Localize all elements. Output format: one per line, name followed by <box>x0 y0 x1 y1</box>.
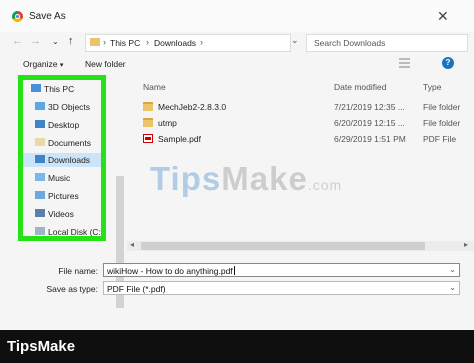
pdf-icon <box>143 134 153 143</box>
scroll-right-icon[interactable]: ▸ <box>464 240 468 249</box>
file-type: PDF File <box>423 134 457 144</box>
command-toolbar: Organize ▾ New folder ? <box>0 54 474 76</box>
folder-icon <box>90 38 100 46</box>
chrome-icon <box>12 11 23 22</box>
close-icon[interactable]: ✕ <box>437 8 449 25</box>
folder-icon <box>143 102 153 111</box>
file-date: 7/21/2019 12:35 ... <box>334 102 405 112</box>
file-name-field[interactable]: wikiHow - How to do anything.pdf ⌄ <box>103 263 460 277</box>
chevron-down-icon: ▾ <box>59 62 64 69</box>
column-header-date[interactable]: Date modified <box>334 82 386 92</box>
search-placeholder: Search Downloads <box>314 38 386 48</box>
watermark-make: Make <box>221 160 308 197</box>
file-date: 6/29/2019 1:51 PM <box>334 134 406 144</box>
window-title: Save As <box>29 11 66 22</box>
file-row[interactable]: utmp 6/20/2019 12:15 ... File folder <box>141 116 471 130</box>
up-arrow-icon[interactable]: ↑ <box>68 35 74 47</box>
navigation-row: ← → ⌄ ↑ › This PC › Downloads › ⌄ Search… <box>0 32 474 54</box>
file-row[interactable]: Sample.pdf 6/29/2019 1:51 PM PDF File <box>141 132 471 146</box>
chevron-right-icon[interactable]: › <box>146 37 149 47</box>
file-type: File folder <box>423 102 461 112</box>
file-type: File folder <box>423 118 461 128</box>
chevron-right-icon[interactable]: › <box>200 37 203 47</box>
organize-label: Organize <box>23 59 58 69</box>
title-bar: Save As ✕ <box>0 0 474 32</box>
save-as-type-select[interactable]: PDF File (*.pdf) ⌄ <box>103 281 460 295</box>
file-name-value: wikiHow - How to do anything.pdf <box>107 266 233 276</box>
search-input[interactable]: Search Downloads <box>306 34 468 52</box>
chevron-down-icon[interactable]: ⌄ <box>449 265 456 274</box>
horizontal-scrollbar[interactable]: ◂ ▸ <box>127 240 474 251</box>
file-name: Sample.pdf <box>158 134 201 144</box>
folder-icon <box>143 118 153 127</box>
brand-bar: TipsMake <box>0 330 474 363</box>
address-bar[interactable]: › This PC › Downloads › <box>85 34 291 52</box>
save-as-type-label: Save as type: <box>46 284 98 294</box>
watermark: TipsMake.com <box>150 160 342 198</box>
highlight-box <box>18 75 106 241</box>
file-date: 6/20/2019 12:15 ... <box>334 118 405 128</box>
column-header-name[interactable]: Name <box>143 82 166 92</box>
forward-arrow-icon[interactable]: → <box>30 35 41 47</box>
new-folder-button[interactable]: New folder <box>85 59 126 69</box>
organize-button[interactable]: Organize ▾ <box>23 59 63 69</box>
scrollbar-thumb[interactable] <box>141 242 425 250</box>
text-cursor <box>233 266 235 275</box>
view-options-icon[interactable] <box>399 58 410 69</box>
file-name: utmp <box>158 118 177 128</box>
file-name: MechJeb2-2.8.3.0 <box>158 102 227 112</box>
breadcrumb-downloads[interactable]: Downloads <box>154 38 196 48</box>
save-as-dialog: Save As ✕ ← → ⌄ ↑ › This PC › Downloads … <box>0 0 474 330</box>
help-icon[interactable]: ? <box>442 57 454 69</box>
file-row[interactable]: MechJeb2-2.8.3.0 7/21/2019 12:35 ... Fil… <box>141 100 471 114</box>
back-arrow-icon[interactable]: ← <box>12 35 23 47</box>
chevron-down-icon[interactable]: ⌄ <box>291 35 299 46</box>
watermark-tips: Tips <box>150 160 222 197</box>
chevron-down-icon[interactable]: ⌄ <box>449 283 456 292</box>
scroll-left-icon[interactable]: ◂ <box>130 240 134 249</box>
column-header-type[interactable]: Type <box>423 82 441 92</box>
brand-logo: TipsMake <box>7 338 76 355</box>
save-as-type-value: PDF File (*.pdf) <box>107 284 166 294</box>
breadcrumb-this-pc[interactable]: This PC <box>110 38 140 48</box>
file-name-label: File name: <box>58 266 98 276</box>
recent-dropdown-icon[interactable]: ⌄ <box>52 37 59 46</box>
chevron-right-icon[interactable]: › <box>103 37 106 47</box>
watermark-com: .com <box>307 177 343 193</box>
